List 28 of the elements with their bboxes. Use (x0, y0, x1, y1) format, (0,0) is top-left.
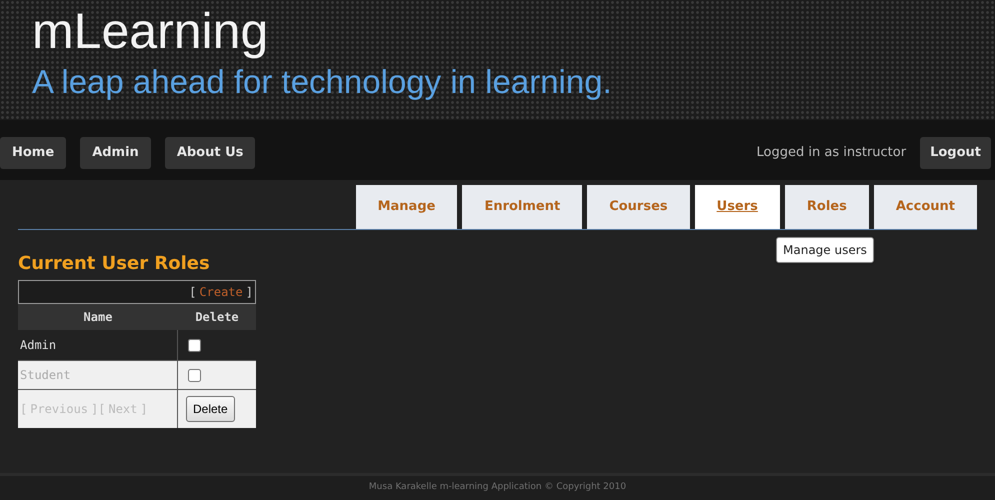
nav-link[interactable]: Home (0, 137, 66, 169)
create-link[interactable]: Create (196, 283, 246, 301)
bracket-text: ][ (91, 401, 106, 418)
nav-link[interactable]: About Us (164, 137, 256, 169)
tab[interactable]: Manage (356, 185, 458, 229)
delete-checkbox[interactable] (188, 338, 201, 352)
tab[interactable]: Users (694, 185, 780, 229)
site-tagline: A leap ahead for technology in learning. (32, 62, 612, 102)
footer-text: Musa Karakelle m-learning Application © Copyright 2010 (368, 481, 626, 494)
tab[interactable]: Account (874, 185, 977, 229)
tab[interactable]: Roles (784, 185, 869, 229)
table-cell: Student (18, 361, 178, 389)
site-title: mLearning (32, 2, 268, 60)
bracket-text: ] (246, 284, 253, 301)
section-title: Current User Roles (18, 252, 210, 276)
tooltip: Manage users (776, 237, 874, 263)
delete-checkbox[interactable] (188, 368, 201, 382)
bracket-text: [ (189, 284, 196, 301)
column-header: Name (82, 309, 114, 326)
tab[interactable]: Enrolment (462, 185, 582, 229)
bracket-text: ] (140, 401, 148, 418)
column-header: Delete (194, 309, 240, 326)
logout-link[interactable]: Logout (920, 137, 991, 169)
tab[interactable]: Courses (587, 185, 690, 229)
nav-link[interactable]: Admin (80, 137, 151, 169)
login-status: Logged in as instructor (756, 144, 906, 162)
bracket-text: [ (20, 401, 28, 418)
delete-button[interactable]: Delete (186, 396, 235, 422)
